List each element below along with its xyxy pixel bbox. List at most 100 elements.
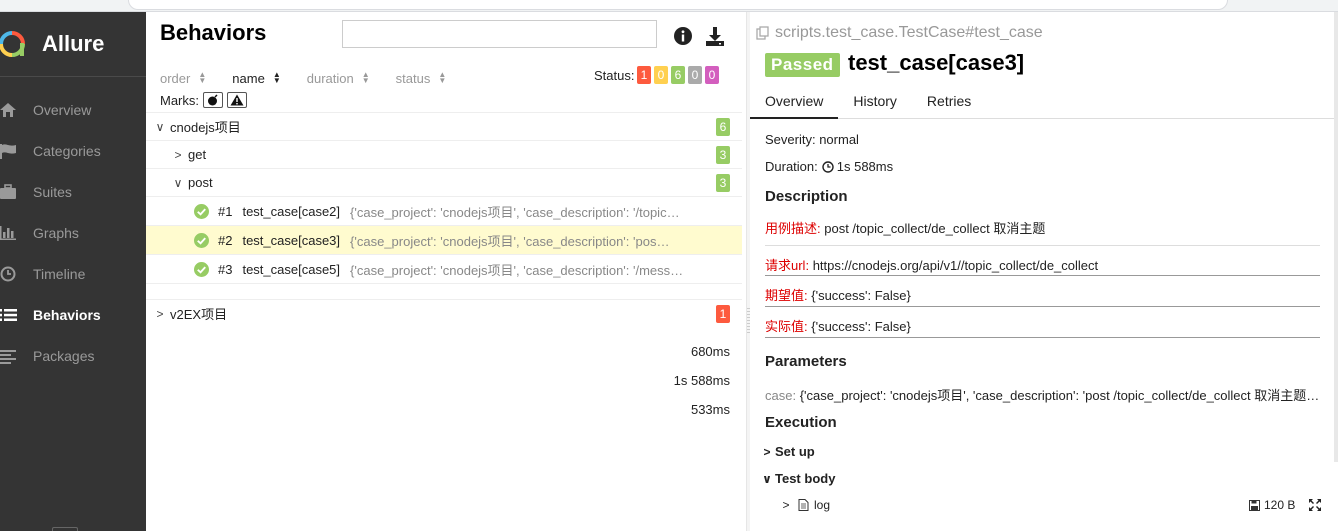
- parameter-key: case:: [765, 388, 797, 403]
- breadcrumb-text: scripts.test_case.TestCase#test_case: [775, 24, 1043, 41]
- sort-name[interactable]: name ▲ ▼: [232, 71, 280, 86]
- chevron-right-icon: >: [782, 498, 790, 512]
- info-icon[interactable]: [674, 27, 692, 45]
- group-count-badge: 3: [716, 145, 730, 164]
- expected-value: {'success': False}: [811, 288, 911, 303]
- sidebar-item-timeline[interactable]: Timeline: [0, 253, 146, 294]
- divider: [765, 245, 1320, 246]
- parameter-row: case: {'case_project': 'cnodejs项目', 'cas…: [765, 385, 1320, 404]
- address-bar[interactable]: [128, 0, 1228, 10]
- expand-icon[interactable]: [1308, 498, 1322, 512]
- tree-group-post[interactable]: ∨ post 3: [146, 168, 742, 196]
- status-badge-passed[interactable]: 6: [671, 66, 685, 84]
- expected-row: 期望值: {'success': False}: [765, 285, 911, 304]
- status-filter: 1 0 6 0 0: [637, 66, 719, 84]
- file-icon: [798, 499, 809, 511]
- brand[interactable]: Allure: [0, 12, 146, 77]
- test-body-label: Test body: [775, 471, 836, 486]
- sort-status[interactable]: status ▲ ▼: [396, 71, 447, 86]
- chevron-down-icon: ∨: [762, 471, 772, 486]
- test-index: #3: [218, 261, 233, 277]
- collapse-sidebar-button[interactable]: [52, 527, 78, 531]
- clock-icon: [0, 266, 18, 282]
- tree-group-v2ex[interactable]: > v2EX项目 1: [146, 299, 742, 327]
- sidebar-item-categories[interactable]: Categories: [0, 130, 146, 171]
- sidebar-item-label: Behaviors: [33, 306, 101, 323]
- parameter-value: {'case_project': 'cnodejs项目', 'case_desc…: [799, 388, 1320, 403]
- log-attachment[interactable]: > log: [779, 498, 830, 512]
- test-row-selected[interactable]: #2 test_case[case3] {'case_project': 'cn…: [146, 225, 742, 388]
- sidebar-item-overview[interactable]: Overview: [0, 89, 146, 130]
- group-count-badge: 1: [716, 304, 730, 323]
- status-badge-unknown[interactable]: 0: [705, 66, 719, 84]
- browser-chrome: [0, 0, 1338, 12]
- status-filter-label: Status:: [594, 68, 635, 83]
- marks-label: Marks:: [160, 92, 199, 108]
- setup-label: Set up: [775, 444, 815, 459]
- sidebar-item-suites[interactable]: Suites: [0, 171, 146, 212]
- marks-filter: Marks:: [160, 92, 247, 108]
- align-left-icon: [0, 348, 18, 364]
- status-badge-skipped[interactable]: 0: [688, 66, 702, 84]
- divider: [765, 306, 1320, 307]
- chevron-right-icon: >: [174, 147, 182, 162]
- test-duration: 1s 588ms: [673, 373, 730, 388]
- behaviors-tree: ∨ cnodejs项目 6 > get 3 ∨ post 3 #1 test_c…: [146, 112, 742, 417]
- known-mark-toggle[interactable]: [227, 92, 247, 108]
- execution-heading: Execution: [765, 414, 837, 431]
- log-size-value: 120 B: [1264, 498, 1296, 512]
- test-row[interactable]: #3 test_case[case5] {'case_project': 'cn…: [146, 254, 742, 417]
- scrollbar[interactable]: [1334, 12, 1338, 462]
- sort-order[interactable]: order ▲ ▼: [160, 71, 206, 86]
- sidebar-item-graphs[interactable]: Graphs: [0, 212, 146, 253]
- sidebar-item-behaviors[interactable]: Behaviors: [0, 294, 149, 335]
- setup-toggle[interactable]: > Set up: [760, 444, 815, 459]
- tab-retries[interactable]: Retries: [912, 90, 986, 119]
- sidebar-item-label: Overview: [33, 101, 92, 118]
- sort-duration[interactable]: duration ▲ ▼: [307, 71, 370, 86]
- tab-history[interactable]: History: [838, 90, 912, 119]
- group-name: get: [188, 147, 207, 162]
- parameters-heading: Parameters: [765, 353, 847, 370]
- actual-key: 实际值:: [765, 319, 808, 334]
- passed-check-icon: [194, 232, 209, 248]
- sidebar-item-packages[interactable]: Packages: [0, 335, 146, 376]
- description-key: 用例描述:: [765, 221, 821, 236]
- sort-icon: ▲ ▼: [438, 70, 447, 85]
- group-name: v2EX项目: [170, 307, 228, 322]
- group-count-badge: 6: [716, 117, 730, 136]
- test-params: {'case_project': 'cnodejs项目', 'case_desc…: [350, 204, 686, 220]
- sort-order-label: order: [160, 70, 191, 86]
- sort-icon: ▲ ▼: [198, 70, 207, 85]
- test-row[interactable]: #1 test_case[case2] {'case_project': 'cn…: [146, 196, 742, 359]
- tree-group-cnodejs[interactable]: ∨ cnodejs项目 6: [146, 112, 742, 140]
- sort-name-label: name: [232, 70, 265, 86]
- breadcrumb[interactable]: scripts.test_case.TestCase#test_case: [756, 24, 1043, 42]
- duration-label: Duration:: [765, 159, 818, 174]
- list-icon: [0, 307, 18, 323]
- test-body-toggle[interactable]: ∨ Test body: [760, 471, 835, 486]
- test-params: {'case_project': 'cnodejs项目', 'case_desc…: [350, 262, 685, 278]
- chevron-down-icon: ∨: [155, 119, 165, 134]
- flaky-mark-toggle[interactable]: [203, 92, 223, 108]
- tab-overview[interactable]: Overview: [750, 90, 839, 119]
- passed-check-icon: [194, 261, 209, 277]
- chevron-right-icon: >: [763, 444, 771, 459]
- status-badge: Passed: [765, 53, 840, 77]
- test-name: test_case[case5]: [242, 261, 341, 277]
- description-row: 用例描述: post /topic_collect/de_collect 取消主…: [765, 218, 1045, 237]
- test-index: #2: [218, 232, 233, 248]
- warning-icon: [230, 94, 244, 106]
- download-icon[interactable]: [704, 25, 726, 47]
- search-input[interactable]: [342, 20, 657, 48]
- status-badge-broken[interactable]: 0: [654, 66, 668, 84]
- log-label: log: [814, 498, 831, 512]
- tree-group-get[interactable]: > get 3: [146, 140, 742, 168]
- sort-status-label: status: [395, 70, 431, 86]
- severity-row: Severity: normal: [765, 132, 859, 147]
- status-badge-failed[interactable]: 1: [637, 66, 651, 84]
- duration-value: 1s 588ms: [836, 159, 894, 174]
- description-value: post /topic_collect/de_collect 取消主题: [824, 221, 1046, 236]
- behaviors-pane: Behaviors order ▲ ▼ name ▲ ▼ duration ▲ ▼ stat…: [146, 12, 746, 531]
- request-key: 请求url:: [765, 258, 810, 273]
